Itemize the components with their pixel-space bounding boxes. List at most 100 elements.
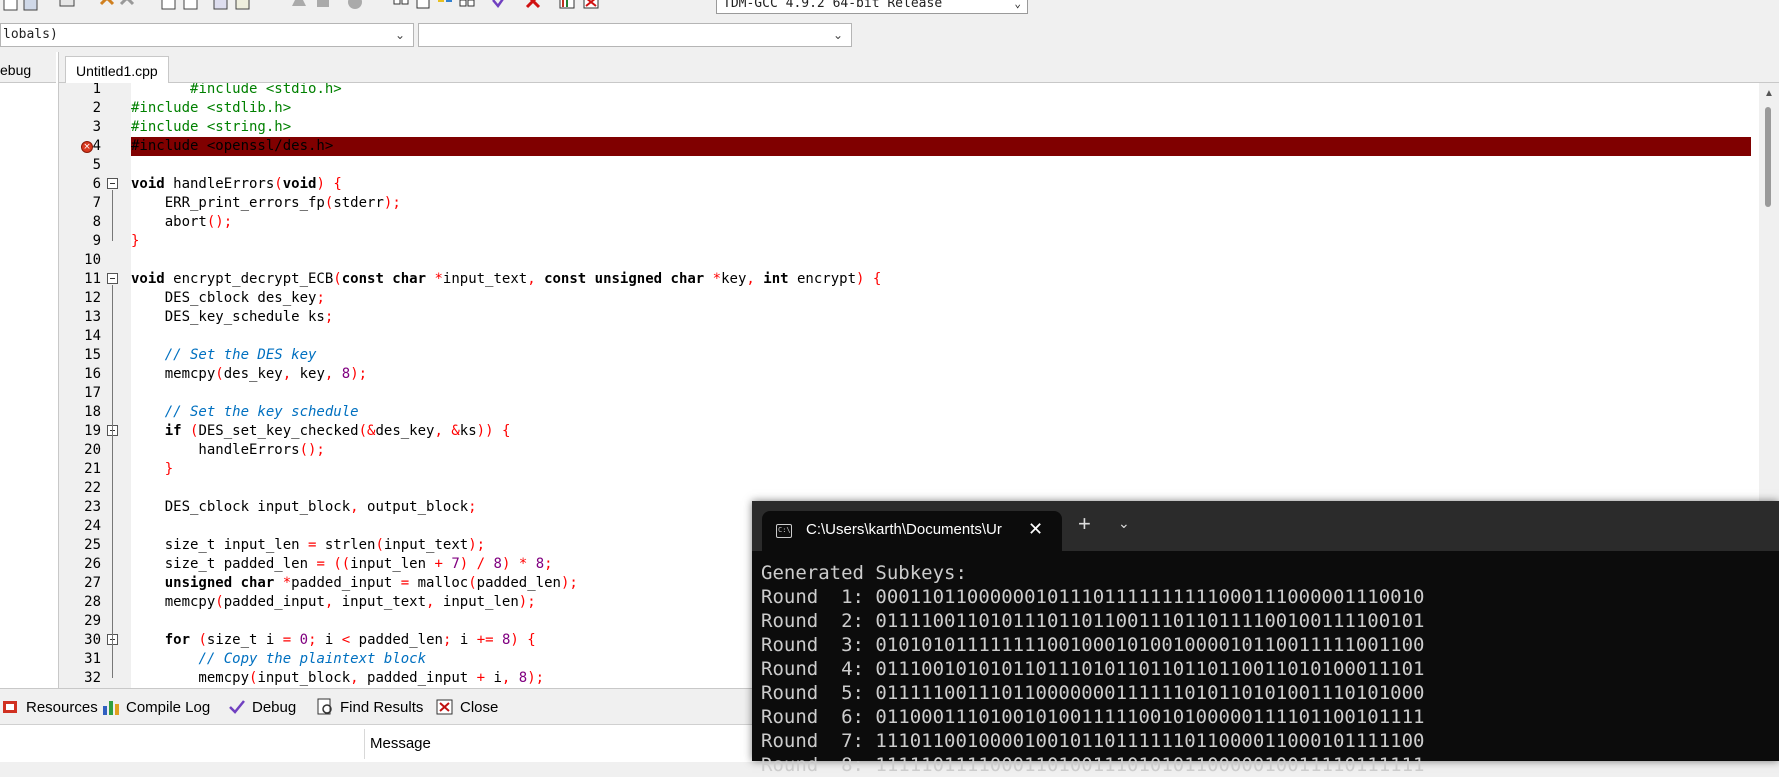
tab-compile-log[interactable]: Compile Log [102, 695, 210, 719]
code-line[interactable]: 16 memcpy(des_key, key, 8); [59, 365, 1759, 384]
new-icon[interactable] [2, 0, 20, 12]
line-number: 12 [84, 290, 101, 306]
column-divider[interactable] [364, 729, 365, 759]
code-line[interactable]: 21 } [59, 460, 1759, 479]
undo-icon[interactable] [98, 0, 116, 12]
new-tab-plus-icon[interactable]: + [1078, 513, 1091, 535]
code-line[interactable]: 11 void encrypt_decrypt_ECB(const char *i… [59, 270, 1759, 289]
bottom-panel-tabs: Resources Compile Log Debug Find Results… [0, 688, 760, 725]
code-text: size_t padded_len = ((input_len + 7) / 8… [131, 555, 553, 574]
chart-icon[interactable] [558, 0, 576, 12]
code-token: output_block [358, 499, 469, 515]
indent-icon[interactable] [234, 0, 252, 12]
tab-close[interactable]: Close [436, 695, 498, 719]
line-number: 5 [92, 157, 101, 173]
line-number: 25 [84, 537, 101, 553]
tab-resources[interactable]: Resources [2, 695, 98, 719]
save-icon[interactable] [22, 0, 40, 12]
terminal-line: Round 4: 0111001010101101110101101101101… [761, 658, 1425, 680]
line-number: 9 [92, 233, 101, 249]
members-combo[interactable]: ⌄ [418, 23, 852, 47]
color-icon[interactable] [436, 0, 454, 12]
tab-find-results[interactable]: Find Results [316, 695, 423, 719]
terminal-icon [776, 524, 792, 538]
code-line[interactable]: 10 [59, 251, 1759, 270]
code-token: , [350, 670, 359, 686]
code-token: padded_input [223, 594, 325, 610]
replace-icon[interactable] [182, 0, 200, 12]
redo-icon[interactable] [118, 0, 136, 12]
tab-untitled1-cpp[interactable]: Untitled1.cpp [65, 56, 169, 83]
code-text: memcpy(input_block, padded_input + i, 8)… [131, 669, 544, 688]
scroll-up-icon[interactable]: ▲ [1764, 88, 1774, 99]
stop-disabled-icon[interactable] [290, 0, 308, 12]
code-token: size_t i [206, 632, 283, 648]
error-marker-icon[interactable]: × [81, 141, 93, 153]
window-icon[interactable] [414, 0, 432, 12]
code-line[interactable]: 1 #include <stdio.h> [59, 83, 1759, 99]
code-line[interactable]: 14 [59, 327, 1759, 346]
code-line[interactable]: 2 #include <stdlib.h> [59, 99, 1759, 118]
code-line[interactable]: 9} [59, 232, 1759, 251]
code-token: + [434, 556, 443, 572]
code-token: * [434, 271, 443, 287]
fold-toggle-icon[interactable] [107, 273, 118, 284]
code-token: ); [560, 575, 578, 591]
code-line[interactable]: 15 // Set the DES key [59, 346, 1759, 365]
code-line[interactable]: 6 void handleErrors(void) { [59, 175, 1759, 194]
code-token: handleErrors [131, 442, 300, 458]
code-line[interactable]: 17 [59, 384, 1759, 403]
left-tab-debug[interactable]: ebug [0, 52, 56, 83]
compile-disabled-icon[interactable] [314, 0, 332, 12]
tab-find-results-label: Find Results [340, 698, 424, 716]
code-token: )) [476, 423, 494, 439]
compiler-select[interactable]: TDM-GCC 4.9.2 64-bit Release ⌄ [716, 0, 1028, 14]
fold-toggle-icon[interactable] [107, 178, 118, 189]
code-line[interactable]: 5 [59, 156, 1759, 175]
code-text: memcpy(des_key, key, 8); [131, 365, 367, 384]
code-line[interactable]: 20 handleErrors(); [59, 441, 1759, 460]
code-line[interactable]: 18 // Set the key schedule [59, 403, 1759, 422]
message-column-header[interactable]: Message [370, 735, 431, 752]
close-icon[interactable]: ✕ [1028, 519, 1043, 540]
code-line[interactable]: 3 #include <string.h> [59, 118, 1759, 137]
code-line[interactable]: 7 ERR_print_errors_fp(stderr); [59, 194, 1759, 213]
tab-debug[interactable]: Debug [228, 695, 296, 719]
code-line[interactable]: 8 abort(); [59, 213, 1759, 232]
code-token: key [291, 366, 325, 382]
check-icon[interactable] [490, 0, 508, 12]
code-line[interactable]: 4 × #include <openssl/des.h> [59, 137, 1759, 156]
terminal-tab[interactable]: C:\Users\karth\Documents\Ur ✕ [762, 511, 1062, 551]
code-token: < [341, 632, 351, 648]
chart-x-icon[interactable] [582, 0, 600, 12]
tab-close-label: Close [460, 698, 499, 716]
code-token: input_block [257, 670, 351, 686]
code-token: 8 [518, 670, 528, 686]
code-line[interactable]: 13 DES_key_schedule ks; [59, 308, 1759, 327]
line-number: 22 [84, 480, 101, 496]
code-token: abort [131, 214, 207, 230]
stop-icon[interactable] [524, 0, 542, 12]
run-disabled-icon[interactable] [346, 0, 364, 12]
code-line[interactable]: 22 [59, 479, 1759, 498]
find-icon[interactable] [160, 0, 178, 12]
chevron-down-icon[interactable]: ⌄ [1118, 515, 1130, 532]
terminal-window[interactable]: C:\Users\karth\Documents\Ur ✕ + ⌄ Genera… [752, 501, 1779, 776]
layout-icon[interactable] [458, 0, 476, 12]
code-token: 8 [535, 556, 545, 572]
scope-combo[interactable]: lobals) ⌄ [0, 23, 414, 47]
print-setup-icon[interactable] [212, 0, 230, 12]
code-line[interactable]: 12 DES_cblock des_key; [59, 289, 1759, 308]
printer-icon[interactable] [58, 0, 76, 12]
code-token: const unsigned char [544, 271, 705, 287]
code-token: ; [544, 556, 553, 572]
code-line[interactable]: 19 if (DES_set_key_checked(&des_key, &ks… [59, 422, 1759, 441]
grid-icon[interactable] [392, 0, 410, 12]
line-number: 16 [84, 366, 101, 382]
scrollbar-thumb[interactable] [1765, 107, 1771, 207]
code-token: ; [324, 309, 334, 325]
